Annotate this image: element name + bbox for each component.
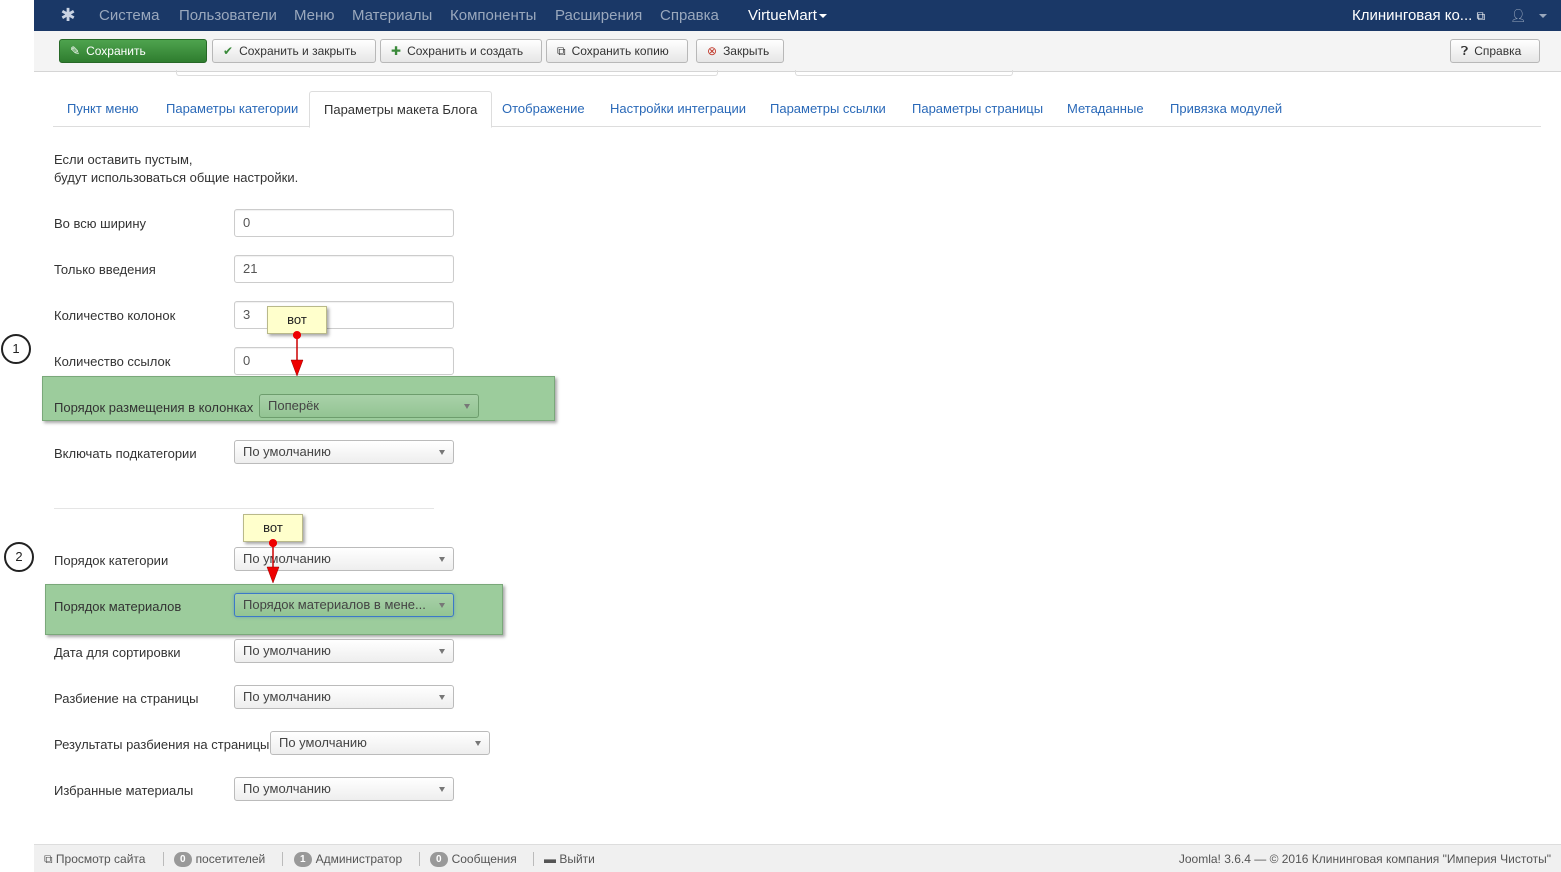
chevron-down-icon [439, 603, 445, 608]
minus-icon: ▬ [544, 852, 556, 866]
tab-category-options[interactable]: Параметры категории [152, 91, 312, 127]
menu-components[interactable]: Компоненты [450, 0, 536, 31]
tab-blog-layout[interactable]: Параметры макета Блога [309, 91, 493, 128]
save-copy-button[interactable]: ⧉ Сохранить копию [546, 39, 688, 63]
status-footer: ⧉ Просмотр сайта 0 посетителей 1 Администр… [34, 844, 1561, 872]
title-input-edge [176, 70, 718, 76]
pagination-results-label: Результаты разбиения на страницы [54, 737, 270, 752]
chevron-down-icon [439, 695, 445, 700]
annotation-marker-2: 2 [4, 542, 34, 572]
tab-display[interactable]: Отображение [488, 91, 599, 127]
menu-system[interactable]: Система [99, 0, 159, 31]
messages-status[interactable]: 0 Сообщения [430, 845, 517, 872]
links-label: Количество ссылок [54, 354, 171, 369]
chevron-down-icon [818, 14, 827, 19]
pagination-select[interactable]: По умолчанию [234, 685, 454, 709]
chevron-down-icon [439, 450, 445, 455]
admins-badge: 1 [294, 852, 312, 868]
featured-select[interactable]: По умолчанию [234, 777, 454, 801]
tab-integration[interactable]: Настройки интеграции [596, 91, 760, 127]
section-divider [54, 508, 434, 509]
question-icon: ❓︎ [1461, 44, 1469, 58]
tab-link-type[interactable]: Параметры ссылки [756, 91, 900, 127]
intro-only-input[interactable]: 21 [234, 255, 454, 283]
chevron-down-icon [439, 787, 445, 792]
category-order-select[interactable]: По умолчанию [234, 547, 454, 571]
visitors-status[interactable]: 0 посетителей [174, 845, 265, 872]
check-icon: ✔ [223, 44, 234, 58]
chevron-down-icon [475, 741, 481, 746]
close-button[interactable]: ⊗ Закрыть [696, 39, 784, 63]
intro-only-label: Только введения [54, 262, 156, 277]
tab-module-assignment[interactable]: Привязка модулей [1156, 91, 1296, 127]
subcategories-label: Включать подкатегории [54, 446, 197, 461]
chevron-down-icon [439, 557, 445, 562]
plus-icon: ✚ [391, 44, 402, 58]
annotation-callout-2: вот [243, 514, 303, 542]
annotation-callout-1: вот [267, 306, 327, 334]
subcategories-select[interactable]: По умолчанию [234, 440, 454, 464]
external-link-icon: ⧉ [44, 852, 53, 866]
sort-date-label: Дата для сортировки [54, 645, 181, 660]
sort-date-select[interactable]: По умолчанию [234, 639, 454, 663]
toolbar: ✎ Сохранить ✔ Сохранить и закрыть ✚ Сохрани… [34, 31, 1561, 72]
copyright-text: Joomla! 3.6.4 — © 2016 Клининговая компа… [1178, 852, 1551, 866]
menu-menus[interactable]: Меню [294, 0, 335, 31]
alias-input-edge [795, 70, 1013, 76]
close-icon: ⊗ [707, 44, 718, 58]
tab-bar: Пункт меню Параметры категории Параметры… [53, 91, 1541, 128]
menu-virtuemart[interactable]: VirtueMart [748, 0, 827, 31]
edit-icon: ✎ [70, 44, 81, 58]
admins-status[interactable]: 1 Администратор [294, 845, 402, 872]
columns-label: Количество колонок [54, 308, 176, 323]
save-button[interactable]: ✎ Сохранить [59, 39, 207, 63]
copy-icon: ⧉ [557, 44, 566, 58]
links-input[interactable]: 0 [234, 347, 454, 375]
view-site-link[interactable]: ⧉ Просмотр сайта [44, 845, 145, 872]
full-width-input[interactable]: 0 [234, 209, 454, 237]
footer-separator [419, 852, 420, 866]
external-link-icon: ⧉ [1476, 9, 1486, 23]
help-button[interactable]: ❓︎ Справка [1450, 39, 1540, 63]
user-menu[interactable]: 👤︎ [1510, 0, 1547, 31]
site-link[interactable]: Клининговая ко... ⧉ [1352, 0, 1485, 31]
visitors-badge: 0 [174, 852, 192, 868]
article-order-select[interactable]: Порядок материалов в мене... [234, 593, 454, 617]
logout-link[interactable]: ▬ Выйти [544, 845, 595, 872]
menu-users[interactable]: Пользователи [179, 0, 277, 31]
save-new-button[interactable]: ✚ Сохранить и создать [380, 39, 542, 63]
menu-help[interactable]: Справка [660, 0, 719, 31]
pagination-results-select[interactable]: По умолчанию [270, 731, 490, 755]
column-order-label: Порядок размещения в колонках [54, 400, 254, 415]
footer-separator [163, 852, 164, 866]
column-order-select[interactable]: Поперёк [259, 394, 479, 418]
menu-extensions[interactable]: Расширения [555, 0, 642, 31]
top-navbar: ✱ Система Пользователи Меню Материалы Ко… [34, 0, 1561, 31]
full-width-label: Во всю ширину [54, 216, 146, 231]
save-close-button[interactable]: ✔ Сохранить и закрыть [212, 39, 376, 63]
help-note: Если оставить пустым, будут использовать… [54, 152, 299, 185]
article-order-label: Порядок материалов [54, 599, 182, 614]
tab-page-display[interactable]: Параметры страницы [898, 91, 1057, 127]
chevron-down-icon [1538, 14, 1547, 19]
chevron-down-icon [439, 649, 445, 654]
menu-content[interactable]: Материалы [352, 0, 432, 31]
tab-metadata[interactable]: Метаданные [1053, 91, 1158, 127]
category-order-label: Порядок категории [54, 553, 169, 568]
joomla-logo-icon[interactable]: ✱ [58, 5, 78, 25]
tab-menu-item[interactable]: Пункт меню [53, 91, 153, 127]
footer-separator [533, 852, 534, 866]
chevron-down-icon [464, 404, 470, 409]
messages-badge: 0 [430, 852, 448, 868]
pagination-label: Разбиение на страницы [54, 691, 199, 706]
footer-separator [282, 852, 283, 866]
annotation-marker-1: 1 [1, 334, 31, 364]
user-icon: 👤︎ [1510, 8, 1527, 23]
featured-label: Избранные материалы [54, 783, 194, 798]
